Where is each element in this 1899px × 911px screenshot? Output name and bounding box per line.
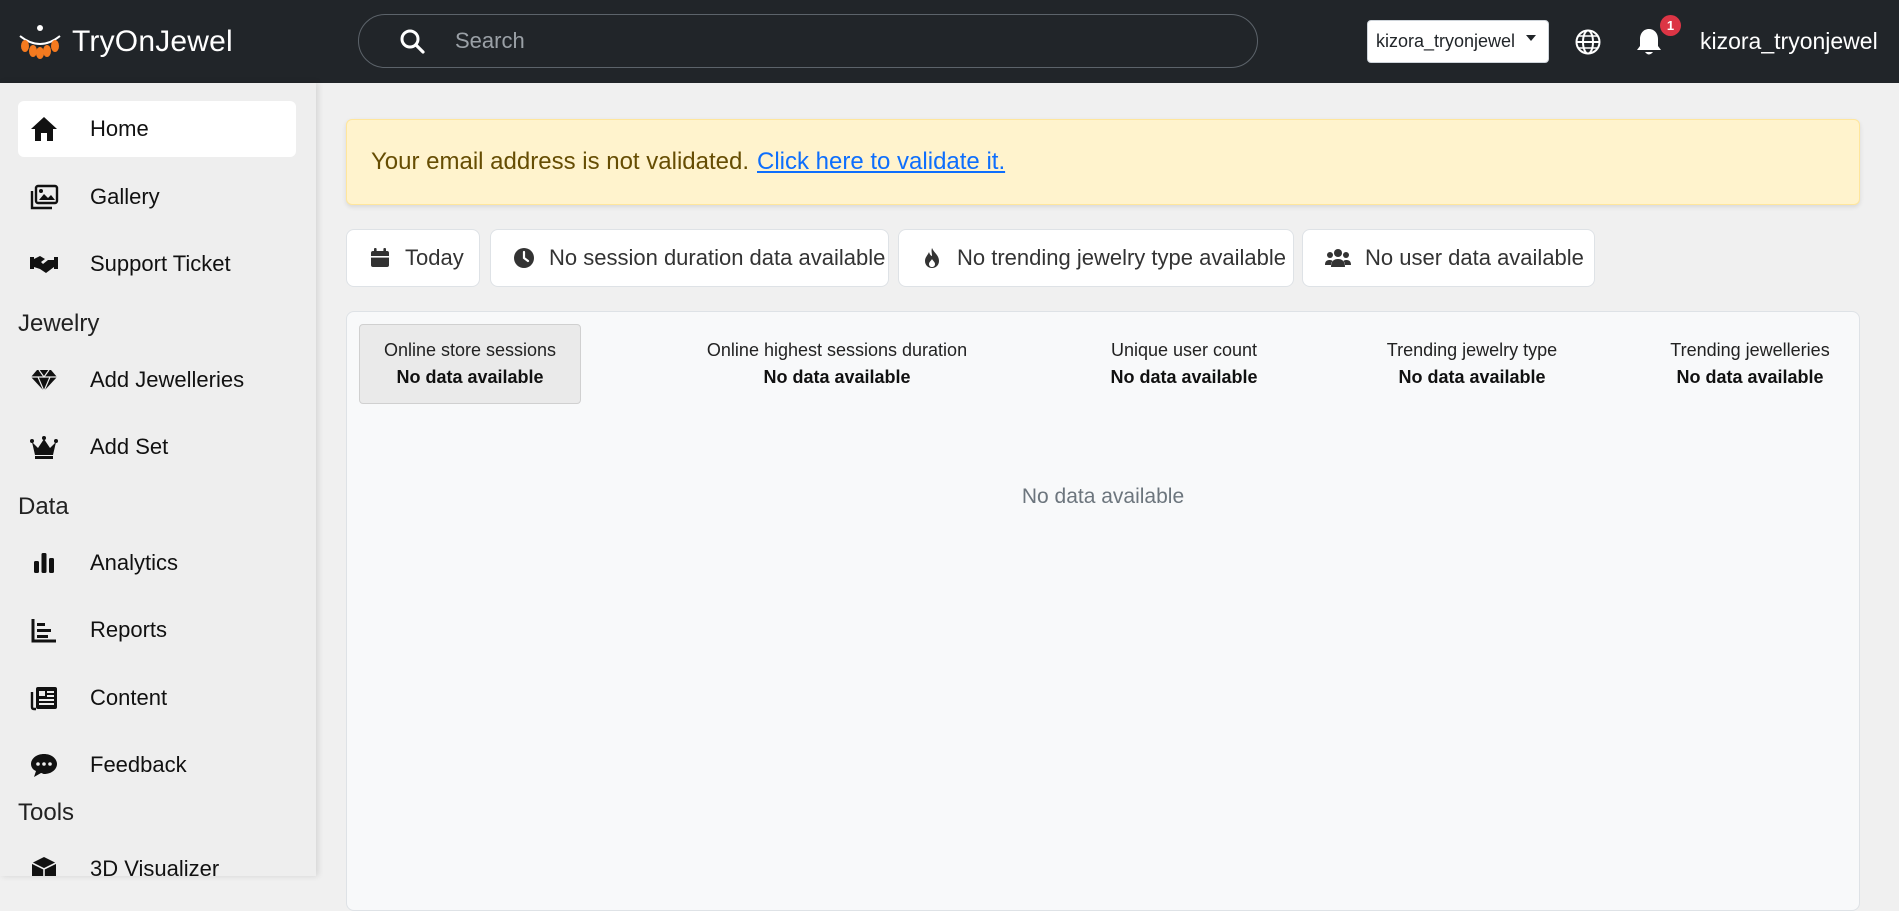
stat-value: No data available (763, 367, 911, 387)
stat-label: Online highest sessions duration (706, 340, 968, 360)
validate-email-link[interactable]: Click here to validate it. (757, 148, 1005, 176)
filter-chip-label: Today (405, 245, 464, 270)
handshake-icon (30, 256, 58, 273)
store-select[interactable]: kizora_tryonjewel (1367, 20, 1549, 63)
user-menu[interactable]: kizora_tryonjewel (1700, 28, 1878, 55)
stat-label: Trending jewelry type (1386, 340, 1558, 360)
bell-icon[interactable] (1634, 26, 1664, 58)
sidebar-item-label: Reports (90, 617, 168, 642)
sidebar-section-jewelry: Jewelry (18, 310, 100, 337)
store-select-value: kizora_tryonjewel (1376, 31, 1516, 51)
filter-chip-label: No trending jewelry type available (957, 245, 1286, 270)
crown-icon (30, 436, 58, 459)
sidebar-item-home[interactable]: Home (18, 101, 296, 157)
cube-icon (31, 857, 57, 876)
sidebar-item-label: Home (90, 116, 149, 141)
gem-icon (31, 369, 57, 393)
stat-value: No data available (1676, 367, 1824, 387)
sidebar-item-label: Feedback (90, 752, 187, 777)
sidebar-item-label: Analytics (90, 550, 179, 575)
stat-value: No data available (396, 367, 544, 387)
email-validation-alert: Your email address is not validated. Cli… (346, 119, 1860, 205)
reports-icon (31, 619, 56, 643)
alert-message: Your email address is not validated. (371, 148, 749, 175)
chevron-down-icon (1526, 35, 1536, 41)
stat-label: Unique user count (1110, 340, 1258, 360)
sidebar-item-content[interactable]: Content (18, 670, 296, 726)
globe-icon[interactable] (1574, 28, 1602, 56)
filter-chip-date[interactable]: Today (346, 229, 480, 287)
filter-chip-session-duration[interactable]: No session duration data available (490, 229, 889, 287)
stat-label: Online store sessions (383, 340, 557, 360)
sidebar-item-3d-visualizer[interactable]: 3D Visualizer (18, 841, 296, 876)
search-bar[interactable] (358, 14, 1258, 68)
stat-tab-unique-user-count[interactable]: Unique user count No data available (1067, 324, 1301, 404)
top-navbar: TryOnJewel kizora_tryonjewel 1 kizora_tr… (0, 0, 1899, 83)
stat-tab-online-store-sessions[interactable]: Online store sessions No data available (359, 324, 581, 404)
sidebar-item-label: Content (90, 685, 168, 710)
sidebar-item-gallery[interactable]: Gallery (18, 169, 296, 225)
bar-chart-icon (34, 553, 54, 573)
sidebar-item-label: Support Ticket (90, 251, 231, 276)
stat-value: No data available (1398, 367, 1546, 387)
filter-chip-trending-type[interactable]: No trending jewelry type available (898, 229, 1294, 287)
filter-chip-label: No user data available (1365, 245, 1584, 270)
sidebar-item-analytics[interactable]: Analytics (18, 535, 296, 591)
sidebar-item-support-ticket[interactable]: Support Ticket (18, 236, 296, 292)
search-icon (400, 29, 425, 54)
users-icon (1325, 249, 1351, 267)
search-input[interactable] (455, 23, 1215, 59)
filter-chip-label: No session duration data available (549, 245, 886, 270)
brand-name: TryOnJewel (72, 24, 233, 58)
stat-value: No data available (1110, 367, 1258, 387)
calendar-icon (371, 248, 389, 267)
comment-icon (31, 754, 57, 777)
empty-state-message: No data available (1021, 485, 1185, 508)
stat-tab-highest-session-duration[interactable]: Online highest sessions duration No data… (667, 324, 1007, 404)
sidebar-item-reports[interactable]: Reports (18, 602, 296, 658)
sidebar-item-add-set[interactable]: Add Set (18, 419, 296, 475)
sidebar-item-label: Add Set (90, 434, 169, 459)
brand[interactable]: TryOnJewel (16, 22, 356, 62)
sidebar-item-label: Add Jewelleries (90, 367, 245, 392)
newspaper-icon (30, 687, 57, 711)
sidebar-item-label: Gallery (90, 184, 160, 209)
sidebar: Home Gallery Support Ticket Jewelry Add … (0, 83, 316, 876)
home-icon (31, 117, 57, 141)
analytics-panel: Online store sessions No data available … (346, 311, 1860, 911)
clock-icon (514, 248, 534, 268)
filter-chip-users[interactable]: No user data available (1302, 229, 1595, 287)
stat-label: Trending jewelleries (1670, 340, 1830, 360)
sidebar-section-data: Data (18, 493, 69, 520)
sidebar-item-label: 3D Visualizer (90, 856, 220, 876)
sidebar-item-add-jewelleries[interactable]: Add Jewelleries (18, 352, 296, 408)
sidebar-section-tools: Tools (18, 799, 75, 826)
sidebar-item-feedback[interactable]: Feedback (18, 737, 296, 793)
jewel-logo-icon (19, 24, 61, 59)
stat-tab-trending-jewelry-type[interactable]: Trending jewelry type No data available (1347, 324, 1597, 404)
notification-badge: 1 (1660, 15, 1681, 36)
gallery-icon (30, 184, 59, 210)
fire-icon (925, 248, 939, 268)
stat-tab-trending-jewelleries[interactable]: Trending jewelleries No data available (1647, 324, 1853, 404)
